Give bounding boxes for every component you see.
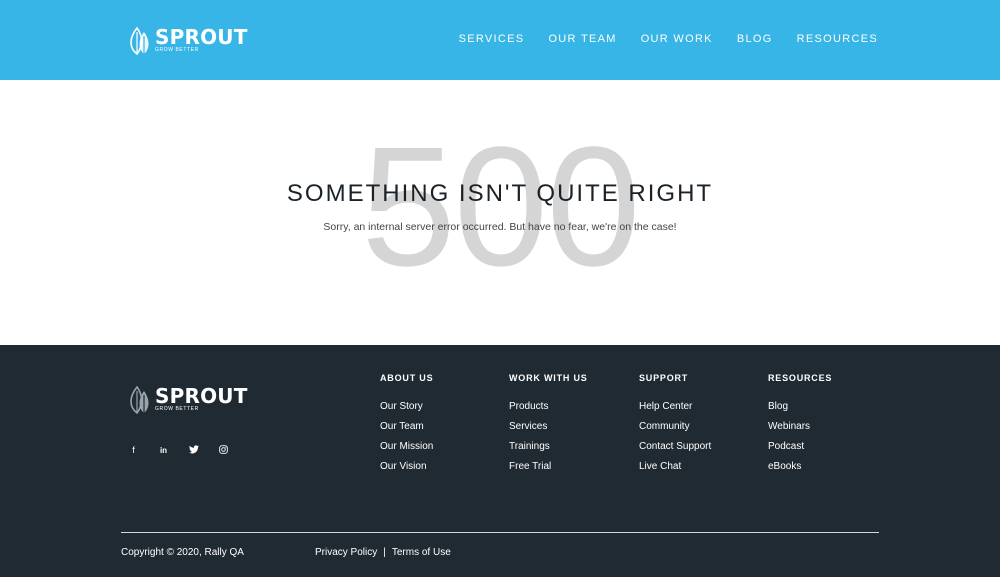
header-logo[interactable]: SPROUT GROW BETTER bbox=[128, 24, 248, 56]
nav-resources[interactable]: RESOURCES bbox=[797, 33, 878, 45]
nav-our-team[interactable]: OUR TEAM bbox=[548, 33, 616, 45]
privacy-policy-link[interactable]: Privacy Policy bbox=[315, 547, 377, 558]
leaf-logo-icon bbox=[130, 385, 149, 415]
footer-logo[interactable]: SPROUT GROW BETTER bbox=[128, 383, 248, 415]
site-footer: SPROUT GROW BETTER f in ABOUT US Our Sto… bbox=[0, 345, 1000, 577]
site-header: SPROUT GROW BETTER SERVICES OUR TEAM OUR… bbox=[0, 0, 1000, 80]
leaf-logo-icon bbox=[130, 26, 149, 56]
error-message: Sorry, an internal server error occurred… bbox=[323, 221, 677, 233]
footer-col-about-us: ABOUT US Our Story Our Team Our Mission … bbox=[380, 373, 433, 477]
footer-link-contact-support[interactable]: Contact Support bbox=[639, 441, 711, 452]
logo-text: SPROUT GROW BETTER bbox=[155, 386, 248, 412]
footer-col-work-with-us: WORK WITH US Products Services Trainings… bbox=[509, 373, 588, 477]
footer-link-blog[interactable]: Blog bbox=[768, 401, 788, 412]
footer-link-ebooks[interactable]: eBooks bbox=[768, 461, 801, 472]
footer-link-free-trial[interactable]: Free Trial bbox=[509, 461, 551, 472]
legal-separator: | bbox=[383, 547, 386, 558]
instagram-icon[interactable] bbox=[218, 445, 229, 456]
nav-blog[interactable]: BLOG bbox=[737, 33, 773, 45]
footer-col-heading: ABOUT US bbox=[380, 373, 434, 383]
brand-name: SPROUT bbox=[155, 25, 248, 49]
footer-link-community[interactable]: Community bbox=[639, 421, 690, 432]
twitter-bird-icon bbox=[188, 445, 199, 454]
footer-col-support: SUPPORT Help Center Community Contact Su… bbox=[639, 373, 711, 477]
footer-link-our-story[interactable]: Our Story bbox=[380, 401, 423, 412]
footer-divider bbox=[121, 532, 879, 533]
copyright-text: Copyright © 2020, Rally QA bbox=[121, 547, 244, 558]
brand-name: SPROUT bbox=[155, 384, 248, 408]
twitter-icon[interactable] bbox=[188, 445, 199, 456]
footer-link-help-center[interactable]: Help Center bbox=[639, 401, 692, 412]
social-links: f in bbox=[128, 445, 229, 456]
footer-col-heading: RESOURCES bbox=[768, 373, 833, 383]
footer-col-heading: SUPPORT bbox=[639, 373, 689, 383]
instagram-glyph-icon bbox=[219, 445, 228, 454]
footer-link-trainings[interactable]: Trainings bbox=[509, 441, 550, 452]
facebook-icon[interactable]: f bbox=[128, 445, 139, 456]
footer-link-products[interactable]: Products bbox=[509, 401, 548, 412]
footer-link-live-chat[interactable]: Live Chat bbox=[639, 461, 681, 472]
logo-text: SPROUT GROW BETTER bbox=[155, 27, 248, 53]
legal-links: Privacy Policy | Terms of Use bbox=[315, 547, 451, 558]
nav-services[interactable]: SERVICES bbox=[459, 33, 525, 45]
footer-link-services[interactable]: Services bbox=[509, 421, 547, 432]
footer-link-our-vision[interactable]: Our Vision bbox=[380, 461, 427, 472]
nav-our-work[interactable]: OUR WORK bbox=[641, 33, 713, 45]
footer-link-our-mission[interactable]: Our Mission bbox=[380, 441, 433, 452]
error-title: SOMETHING ISN'T QUITE RIGHT bbox=[286, 180, 714, 207]
terms-of-use-link[interactable]: Terms of Use bbox=[392, 547, 451, 558]
footer-col-resources: RESOURCES Blog Webinars Podcast eBooks bbox=[768, 373, 832, 477]
error-section: 500 SOMETHING ISN'T QUITE RIGHT Sorry, a… bbox=[0, 80, 1000, 345]
main-nav: SERVICES OUR TEAM OUR WORK BLOG RESOURCE… bbox=[459, 33, 878, 45]
footer-col-heading: WORK WITH US bbox=[509, 373, 588, 383]
footer-link-podcast[interactable]: Podcast bbox=[768, 441, 804, 452]
linkedin-icon[interactable]: in bbox=[158, 445, 169, 456]
footer-link-our-team[interactable]: Our Team bbox=[380, 421, 424, 432]
footer-link-webinars[interactable]: Webinars bbox=[768, 421, 810, 432]
